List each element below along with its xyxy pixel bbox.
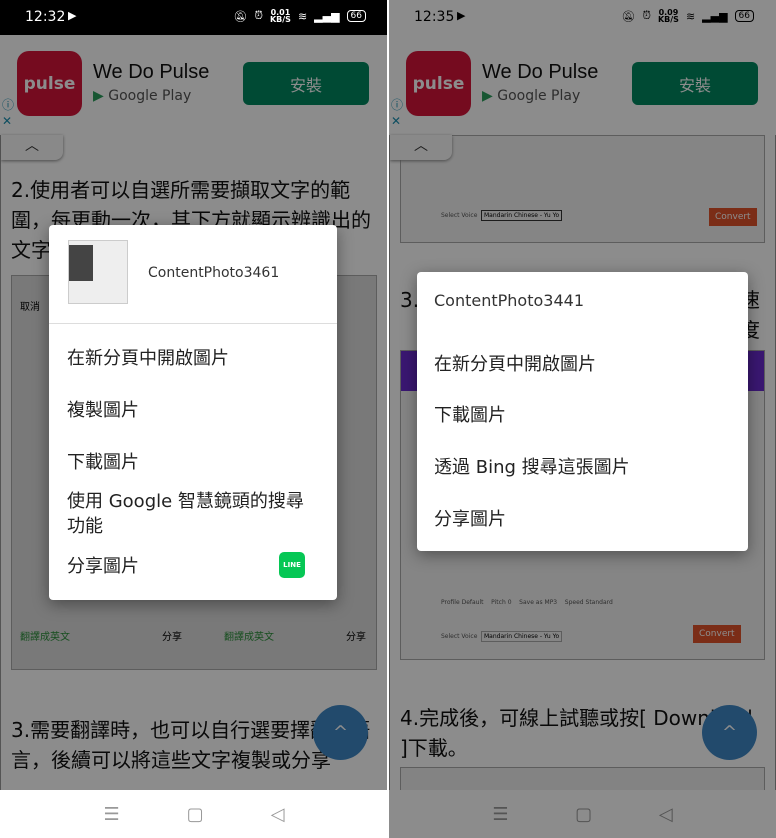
clock: 12:32 bbox=[25, 9, 66, 25]
nav-bar: ☰ ▢ ◁ bbox=[0, 790, 388, 838]
status-bar: 12:32 ▶ 🔕︎ ⏰︎ 0.01 KB/S ≋ ▂▄▆ 66 bbox=[0, 0, 388, 35]
image-context-menu: ContentPhoto3441 在新分頁中開啟圖片 下載圖片 透過 Bing … bbox=[417, 272, 748, 551]
menu-icon[interactable]: ☰ bbox=[104, 804, 120, 825]
image-context-menu: ContentPhoto3461 在新分頁中開啟圖片 複製圖片 下載圖片 使用 … bbox=[49, 225, 337, 600]
signal-icon: ▂▄▆ bbox=[314, 9, 340, 23]
home-icon[interactable]: ▢ bbox=[187, 804, 204, 825]
menu-open-new-tab[interactable]: 在新分頁中開啟圖片 bbox=[434, 352, 732, 377]
image-title: ContentPhoto3461 bbox=[148, 265, 280, 281]
play-icon: ▶ bbox=[68, 9, 77, 22]
mute-vibrate-icon: 🔕︎ bbox=[233, 9, 248, 23]
alarm-icon: ⏰︎ bbox=[254, 9, 263, 22]
left-phone-screen: 12:32 ▶ 🔕︎ ⏰︎ 0.01 KB/S ≋ ▂▄▆ 66 pulse We Do P… bbox=[0, 0, 388, 838]
net-speed-unit: KB/S bbox=[269, 15, 291, 24]
right-phone-screen: 12:35 ▶ 🔕︎ ⏰︎ 0.09 KB/S ≋ ▂▄▆ 66 pulse We Do P… bbox=[389, 0, 776, 838]
back-icon[interactable]: ◁ bbox=[271, 804, 285, 825]
image-thumbnail bbox=[68, 240, 128, 304]
menu-bing-search[interactable]: 透過 Bing 搜尋這張圖片 bbox=[434, 455, 732, 480]
menu-copy-image[interactable]: 複製圖片 bbox=[67, 398, 321, 423]
menu-open-new-tab[interactable]: 在新分頁中開啟圖片 bbox=[67, 346, 321, 371]
battery-indicator: 66 bbox=[346, 10, 366, 22]
share-label: 分享圖片 bbox=[67, 556, 139, 577]
divider bbox=[49, 323, 337, 324]
image-title: ContentPhoto3441 bbox=[434, 291, 584, 310]
menu-google-lens[interactable]: 使用 Google 智慧鏡頭的搜尋功能 bbox=[67, 489, 317, 539]
menu-share-image[interactable]: 分享圖片 LINE bbox=[67, 552, 321, 579]
menu-download-image[interactable]: 下載圖片 bbox=[434, 403, 732, 428]
wifi-icon: ≋ bbox=[297, 9, 308, 23]
menu-download-image[interactable]: 下載圖片 bbox=[67, 450, 321, 475]
line-app-icon[interactable]: LINE bbox=[279, 552, 305, 578]
menu-share-image[interactable]: 分享圖片 bbox=[434, 507, 732, 532]
